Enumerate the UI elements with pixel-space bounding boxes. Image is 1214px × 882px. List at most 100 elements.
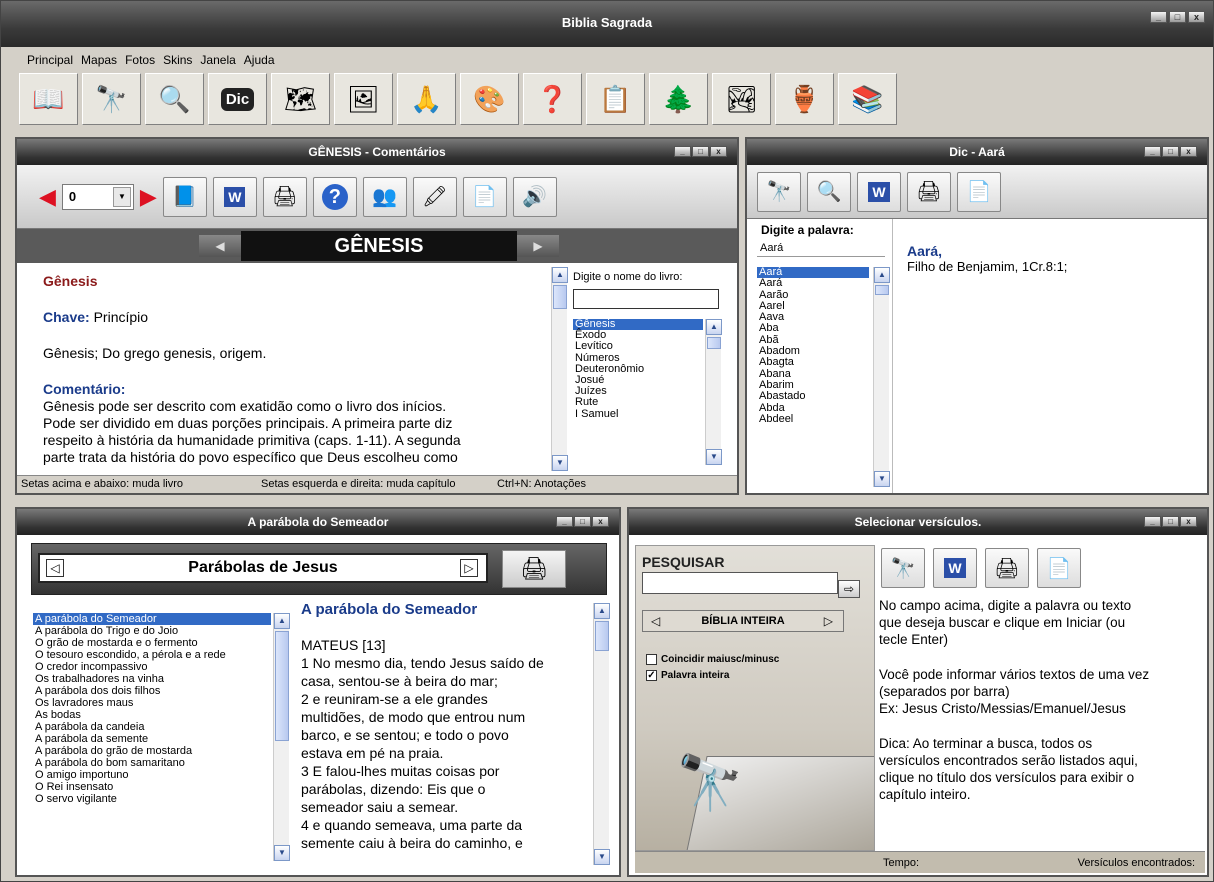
copy-button[interactable]: 📄 — [462, 176, 507, 217]
close-icon[interactable]: x — [1180, 516, 1197, 527]
photos-button[interactable]: 🖼 — [334, 73, 393, 125]
parable-print-button[interactable]: 🖨 — [502, 550, 566, 588]
scroll-up-icon[interactable]: ▲ — [274, 613, 290, 629]
list-item[interactable]: A parábola da candeia — [33, 721, 271, 733]
verse-search-input[interactable] — [642, 572, 838, 594]
scroll-down-icon[interactable]: ▼ — [706, 449, 722, 465]
list-item[interactable]: O credor incompassivo — [33, 661, 271, 673]
list-item[interactable]: Levítico — [573, 341, 703, 352]
dictionary-panel-title[interactable]: Dic - Aará — [747, 139, 1207, 165]
scroll-down-icon[interactable]: ▼ — [274, 845, 290, 861]
scroll-thumb[interactable] — [595, 621, 609, 651]
genesis-panel-title[interactable]: GÊNESIS - Comentários — [17, 139, 737, 165]
chapter-select[interactable]: 0 ▼ — [61, 183, 134, 210]
parable-text-scrollbar[interactable]: ▲ ▼ — [593, 603, 610, 865]
checklist-button[interactable]: 📋 — [586, 73, 645, 125]
skins-button[interactable]: 🎨 — [460, 73, 519, 125]
menu-fotos[interactable]: Fotos — [125, 53, 155, 69]
maximize-icon[interactable]: □ — [1162, 516, 1179, 527]
jar-button[interactable]: 🏺 — [775, 73, 834, 125]
close-icon[interactable]: x — [1188, 11, 1205, 23]
list-item[interactable]: A parábola da semente — [33, 733, 271, 745]
find-button[interactable]: 🔍 — [145, 73, 204, 125]
book-list[interactable]: Gênesis Êxodo Levítico Números Deuteronô… — [573, 319, 703, 465]
verses-search-button[interactable]: 🔭 — [881, 548, 925, 588]
search-button[interactable]: 🔭 — [82, 73, 141, 125]
audio-button[interactable]: 🔊 — [512, 176, 557, 217]
scroll-thumb[interactable] — [875, 285, 889, 295]
dic-word-button[interactable]: W — [857, 171, 901, 212]
parable-list-scrollbar[interactable]: ▲ ▼ — [273, 613, 290, 861]
prev-book-icon[interactable]: ◀ — [199, 235, 241, 257]
maximize-icon[interactable]: □ — [1162, 146, 1179, 157]
menu-principal[interactable]: Principal — [27, 53, 73, 69]
verses-panel-title[interactable]: Selecionar versículos. — [629, 509, 1207, 535]
verses-word-button[interactable]: W — [933, 548, 977, 588]
maximize-icon[interactable]: □ — [574, 516, 591, 527]
list-item[interactable]: A parábola do bom samaritano — [33, 757, 271, 769]
landscape-button[interactable]: 🏞 — [712, 73, 771, 125]
minimize-icon[interactable]: _ — [1150, 11, 1167, 23]
next-book-icon[interactable]: ▶ — [517, 235, 559, 257]
whole-word-option[interactable]: ✓ Palavra inteira — [646, 670, 729, 681]
menu-skins[interactable]: Skins — [163, 53, 192, 69]
next-chapter-icon[interactable]: ▶ — [140, 184, 157, 210]
maps-button[interactable]: 🗺 — [271, 73, 330, 125]
search-go-icon[interactable]: ⇨ — [838, 580, 860, 598]
app-titlebar[interactable]: Biblia Sagrada _ □ x — [1, 1, 1213, 47]
quiz-button[interactable]: ❓ — [523, 73, 582, 125]
list-item[interactable]: O grão de mostarda e o fermento — [33, 637, 271, 649]
next-scope-icon[interactable]: ▷ — [824, 614, 833, 628]
list-item[interactable]: A parábola do grão de mostarda — [33, 745, 271, 757]
dic-word-list[interactable]: Aará Aará Aarão Aarel Aava Aba Abã Abado… — [757, 267, 869, 487]
bible-button[interactable]: 📖 — [19, 73, 78, 125]
verses-copy-button[interactable]: 📄 — [1037, 548, 1081, 588]
scroll-thumb[interactable] — [275, 631, 289, 741]
word-button[interactable]: W — [212, 176, 257, 217]
dic-find-button[interactable]: 🔍 — [807, 171, 851, 212]
list-item[interactable]: A parábola do Semeador — [33, 613, 271, 625]
scroll-up-icon[interactable]: ▲ — [552, 267, 568, 283]
whole-word-checkbox[interactable]: ✓ — [646, 670, 657, 681]
scroll-thumb[interactable] — [707, 337, 721, 349]
list-item[interactable]: A parábola dos dois filhos — [33, 685, 271, 697]
list-item[interactable]: Abagta — [757, 357, 869, 369]
help-button[interactable]: ? — [312, 176, 357, 217]
maximize-icon[interactable]: □ — [692, 146, 709, 157]
dic-search-input[interactable]: Aará — [757, 239, 885, 257]
dic-search-button[interactable]: 🔭 — [757, 171, 801, 212]
list-item[interactable]: A parábola do Trigo e do Joio — [33, 625, 271, 637]
notes-button[interactable]: 📘 — [162, 176, 207, 217]
book-search-input[interactable] — [573, 289, 719, 309]
scroll-down-icon[interactable]: ▼ — [874, 471, 890, 487]
dictionary-button[interactable]: Dic — [208, 73, 267, 125]
minimize-icon[interactable]: _ — [1144, 516, 1161, 527]
scroll-up-icon[interactable]: ▲ — [874, 267, 890, 283]
parable-panel-title[interactable]: A parábola do Semeador — [17, 509, 619, 535]
book-list-scrollbar[interactable]: ▲ ▼ — [705, 319, 722, 465]
scroll-down-icon[interactable]: ▼ — [594, 849, 610, 865]
case-checkbox[interactable] — [646, 654, 657, 665]
minimize-icon[interactable]: _ — [1144, 146, 1161, 157]
list-item[interactable]: I Samuel — [573, 408, 703, 420]
scroll-thumb[interactable] — [553, 285, 567, 309]
minimize-icon[interactable]: _ — [674, 146, 691, 157]
scroll-up-icon[interactable]: ▲ — [706, 319, 722, 335]
prev-chapter-icon[interactable]: ◀ — [39, 184, 56, 210]
commentary-scrollbar[interactable]: ▲ ▼ — [551, 267, 568, 471]
chevron-down-icon[interactable]: ▼ — [112, 186, 131, 207]
list-item[interactable]: As bodas — [33, 709, 271, 721]
list-item[interactable]: Abdeel — [757, 413, 869, 425]
prayer-button[interactable]: 🙏 — [397, 73, 456, 125]
next-category-icon[interactable]: ▷ — [460, 559, 478, 577]
list-item[interactable]: O servo vigilante — [33, 793, 271, 805]
maximize-icon[interactable]: □ — [1169, 11, 1186, 23]
list-item[interactable]: Os lavradores maus — [33, 697, 271, 709]
tree-button[interactable]: 🌲 — [649, 73, 708, 125]
list-item[interactable]: Os trabalhadores na vinha — [33, 673, 271, 685]
scope-selector[interactable]: ◁ BÍBLIA INTEIRA ▷ — [642, 610, 844, 632]
scroll-down-icon[interactable]: ▼ — [552, 455, 568, 471]
list-item[interactable]: O amigo importuno — [33, 769, 271, 781]
menu-ajuda[interactable]: Ajuda — [244, 53, 275, 69]
list-item[interactable]: Rute — [573, 397, 703, 408]
